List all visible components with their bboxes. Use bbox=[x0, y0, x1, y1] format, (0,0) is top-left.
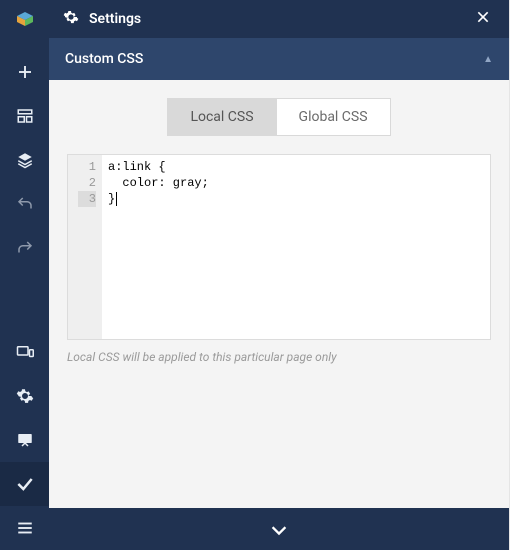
tab-local-css[interactable]: Local CSS bbox=[167, 98, 275, 136]
menu-icon[interactable] bbox=[0, 506, 49, 550]
devices-icon[interactable] bbox=[0, 330, 49, 374]
check-icon[interactable] bbox=[0, 462, 49, 506]
close-icon[interactable] bbox=[471, 5, 495, 33]
main-panel: Settings Custom CSS ▲ Local CSS Global C… bbox=[49, 0, 510, 550]
section-toggle[interactable]: Custom CSS ▲ bbox=[49, 38, 509, 80]
section-body: Local CSS Global CSS 123 a:link { color:… bbox=[49, 80, 509, 508]
add-icon[interactable] bbox=[0, 50, 49, 94]
gear-icon bbox=[63, 9, 79, 29]
line-gutter: 123 bbox=[68, 155, 102, 339]
chevron-up-icon: ▲ bbox=[483, 54, 493, 65]
panel-header: Settings bbox=[49, 0, 509, 38]
left-rail bbox=[0, 0, 49, 550]
code-area[interactable]: a:link { color: gray;} bbox=[102, 155, 490, 339]
section-title: Custom CSS bbox=[65, 51, 483, 67]
template-icon[interactable] bbox=[0, 94, 49, 138]
tab-global-css[interactable]: Global CSS bbox=[276, 98, 391, 136]
presentation-icon[interactable] bbox=[0, 418, 49, 462]
panel-title: Settings bbox=[89, 11, 471, 27]
gear-icon[interactable] bbox=[0, 374, 49, 418]
code-editor[interactable]: 123 a:link { color: gray;} bbox=[67, 154, 491, 340]
undo-icon[interactable] bbox=[0, 182, 49, 226]
hint-text: Local CSS will be applied to this partic… bbox=[67, 350, 491, 364]
app-logo bbox=[13, 8, 37, 32]
apply-button[interactable] bbox=[49, 508, 509, 550]
layers-icon[interactable] bbox=[0, 138, 49, 182]
css-tabs: Local CSS Global CSS bbox=[67, 98, 491, 136]
redo-icon[interactable] bbox=[0, 226, 49, 270]
